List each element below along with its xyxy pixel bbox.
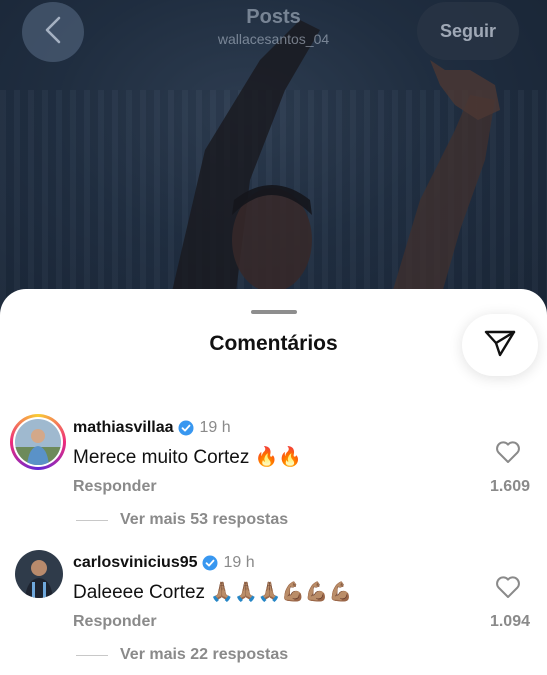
avatar bbox=[15, 419, 61, 465]
like-count: 1.094 bbox=[489, 613, 530, 630]
reply-button[interactable]: Responder bbox=[73, 613, 157, 631]
divider-line bbox=[76, 654, 108, 656]
avatar-story-ring[interactable] bbox=[10, 414, 66, 470]
heart-icon bbox=[495, 440, 521, 469]
follow-button[interactable]: Seguir bbox=[417, 2, 519, 60]
comment-username[interactable]: carlosvinicius95 bbox=[73, 554, 198, 572]
comment-time: 19 h bbox=[223, 554, 255, 571]
comment-username[interactable]: mathiasvillaa bbox=[73, 419, 174, 437]
comments-sheet: Comentários mathiasvillaa 19 h Merece mu… bbox=[0, 289, 547, 675]
view-more-replies-label: Ver mais 53 respostas bbox=[120, 511, 289, 528]
like-button[interactable] bbox=[492, 440, 524, 468]
reply-button[interactable]: Responder bbox=[73, 478, 157, 496]
avatar[interactable] bbox=[15, 550, 63, 598]
view-more-replies-label: Ver mais 22 respostas bbox=[120, 646, 289, 663]
sheet-grabber[interactable] bbox=[251, 310, 297, 314]
like-count: 1.609 bbox=[489, 478, 530, 495]
verified-badge-icon bbox=[202, 555, 218, 571]
comment-header: carlosvinicius95 19 h bbox=[73, 554, 255, 572]
like-button[interactable] bbox=[492, 575, 524, 603]
top-bar: Posts wallacesantos_04 Seguir bbox=[0, 0, 547, 70]
verified-badge-icon bbox=[178, 420, 194, 436]
view-more-replies[interactable]: Ver mais 53 respostas bbox=[76, 511, 288, 529]
comment-text: Daleeee Cortez 🙏🏽🙏🏽🙏🏽💪🏽💪🏽💪🏽 bbox=[73, 582, 353, 603]
heart-icon bbox=[495, 575, 521, 604]
divider-line bbox=[76, 519, 108, 521]
comment-time: 19 h bbox=[199, 419, 231, 436]
send-icon bbox=[483, 328, 517, 363]
comment-text: Merece muito Cortez 🔥🔥 bbox=[73, 447, 302, 468]
share-button[interactable] bbox=[462, 314, 538, 376]
view-more-replies[interactable]: Ver mais 22 respostas bbox=[76, 646, 288, 664]
comment-header: mathiasvillaa 19 h bbox=[73, 419, 231, 437]
